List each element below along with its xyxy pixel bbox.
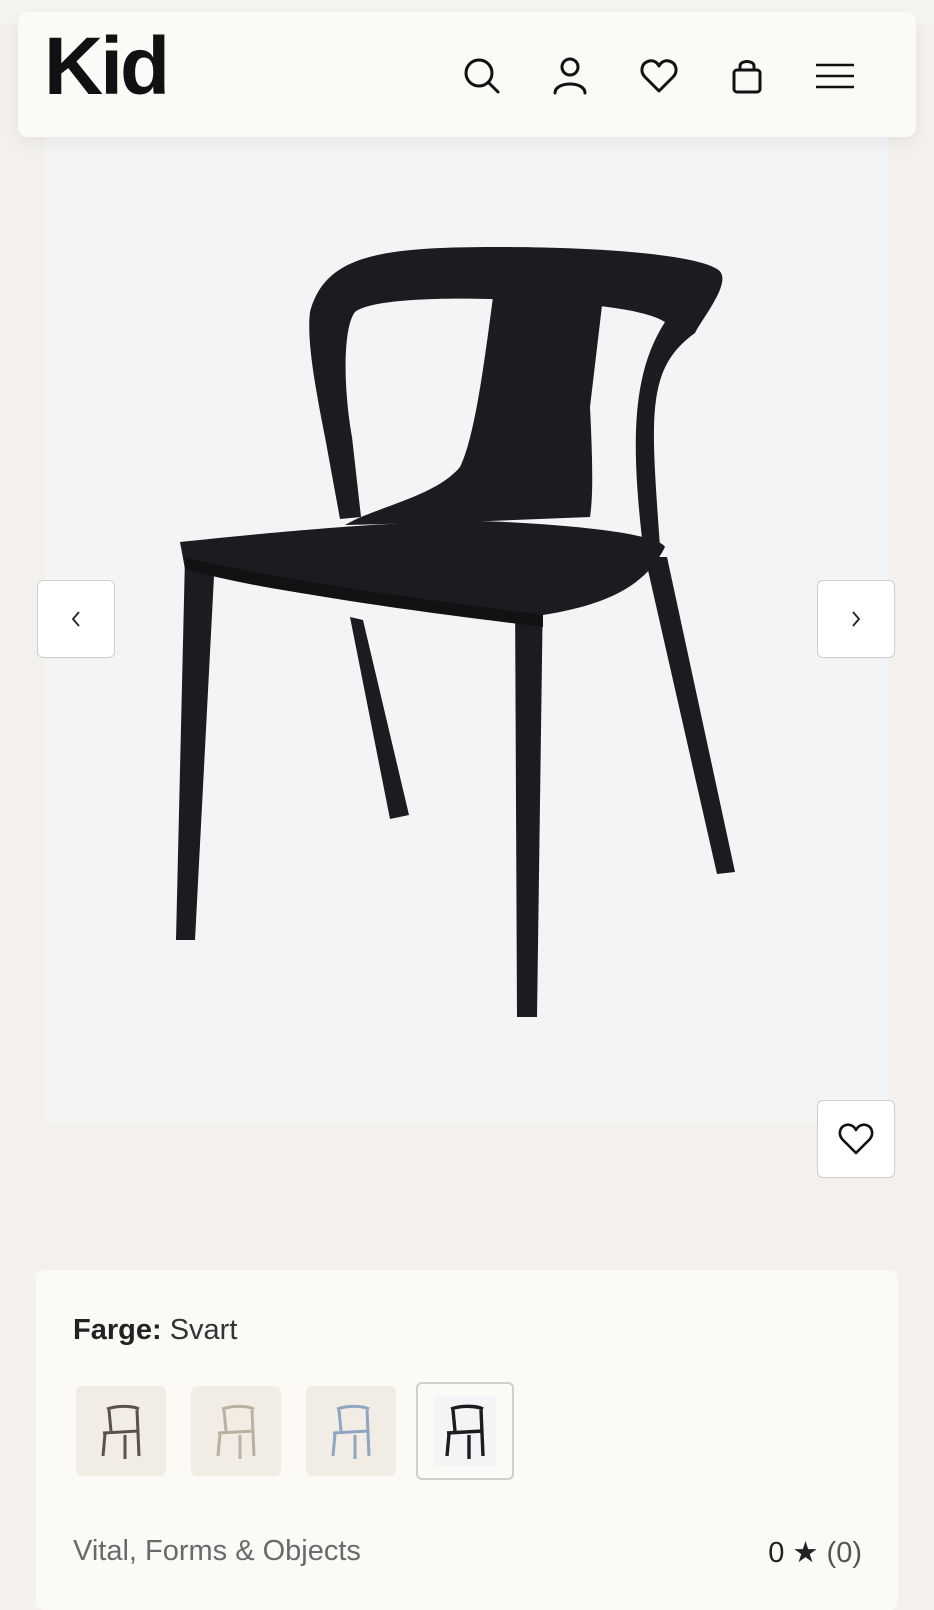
chair-thumbnail xyxy=(101,1404,141,1459)
next-image-button[interactable] xyxy=(817,580,895,658)
chair-thumbnail xyxy=(331,1404,371,1459)
search-icon[interactable] xyxy=(458,52,506,100)
chevron-left-icon xyxy=(71,611,80,627)
heart-icon[interactable] xyxy=(635,52,683,100)
chair-image xyxy=(176,247,735,1017)
chevron-right-icon xyxy=(852,611,861,627)
bag-icon[interactable] xyxy=(723,52,771,100)
color-swatch-black[interactable] xyxy=(416,1382,514,1480)
site-header: Kid xyxy=(18,12,916,137)
heart-icon xyxy=(838,1123,874,1155)
color-swatch-beige[interactable] xyxy=(191,1386,281,1476)
swatch-image-frame xyxy=(434,1396,496,1466)
rating-count: (0) xyxy=(826,1537,862,1569)
color-selector-label: Farge: Svart xyxy=(73,1314,237,1347)
star-icon: ★ xyxy=(792,1537,819,1569)
chair-thumbnail xyxy=(216,1404,256,1459)
rating-summary[interactable]: 0 ★ (0) xyxy=(768,1535,862,1570)
menu-icon[interactable] xyxy=(811,52,859,100)
color-swatch-blue[interactable] xyxy=(306,1386,396,1476)
product-image xyxy=(45,137,888,1122)
color-swatch-brown[interactable] xyxy=(76,1386,166,1476)
rating-value: 0 xyxy=(768,1537,785,1569)
logo[interactable]: Kid xyxy=(44,26,170,108)
brand-link[interactable]: Vital, Forms & Objects xyxy=(73,1535,361,1568)
color-value: Svart xyxy=(169,1314,238,1346)
color-label: Farge: xyxy=(73,1314,162,1346)
user-icon[interactable] xyxy=(546,52,594,100)
chair-thumbnail xyxy=(445,1404,485,1459)
product-info-panel: Farge: Svart Vital, Forms & Objects 0 ★ … xyxy=(36,1270,898,1610)
add-to-wishlist-button[interactable] xyxy=(817,1100,895,1178)
prev-image-button[interactable] xyxy=(37,580,115,658)
